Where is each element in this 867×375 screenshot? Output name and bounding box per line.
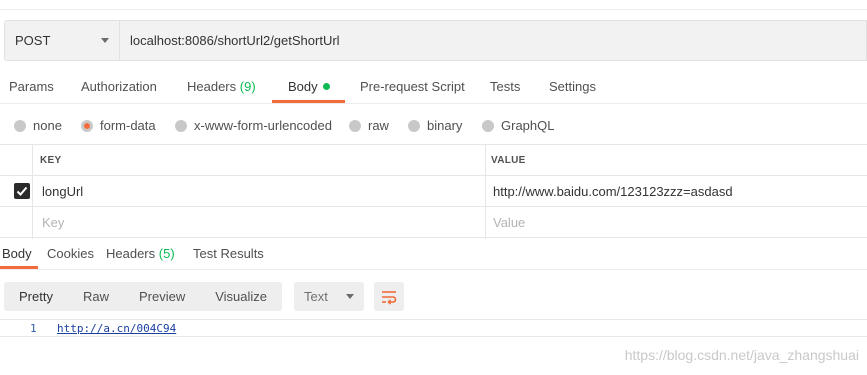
response-view-toolbar: Pretty Raw Preview Visualize Text <box>4 282 405 311</box>
row-enabled-checkbox[interactable] <box>14 183 30 199</box>
active-response-tab-indicator <box>0 266 38 269</box>
radio-none-label: none <box>33 118 62 133</box>
chevron-down-icon <box>101 38 109 43</box>
radio-circle-icon <box>408 119 420 132</box>
response-tab-body[interactable]: Body <box>2 240 32 269</box>
radio-circle-icon <box>482 119 494 132</box>
modified-dot-icon <box>322 83 330 91</box>
visualize-button[interactable]: Visualize <box>200 282 282 311</box>
pretty-button[interactable]: Pretty <box>4 282 68 311</box>
method-select[interactable]: POST <box>4 20 119 61</box>
url-input[interactable]: localhost:8086/shortUrl2/getShortUrl <box>119 20 867 61</box>
body-type-options: none form-data x-www-form-urlencoded raw… <box>0 112 867 138</box>
response-tab-headers-label: Headers <box>106 246 156 261</box>
chevron-down-icon <box>346 294 355 299</box>
radio-graphql-label: GraphQL <box>501 118 555 133</box>
tab-settings[interactable]: Settings <box>549 70 596 103</box>
response-tab-cookies[interactable]: Cookies <box>47 240 94 269</box>
format-select[interactable]: Text <box>294 282 365 311</box>
format-label: Text <box>304 289 328 304</box>
radio-form-data[interactable]: form-data <box>81 118 156 133</box>
table-row-empty: Key Value <box>0 207 867 238</box>
param-value[interactable]: http://www.baidu.com/123123zzz=asdasd <box>493 184 733 199</box>
tab-tests[interactable]: Tests <box>490 70 520 103</box>
watermark: https://blog.csdn.net/java_zhangshuai <box>624 347 859 363</box>
request-bar: POST localhost:8086/shortUrl2/getShortUr… <box>4 20 867 61</box>
radio-binary[interactable]: binary <box>408 118 462 133</box>
response-tab-test-results[interactable]: Test Results <box>193 240 264 269</box>
radio-form-data-label: form-data <box>100 118 156 133</box>
radio-raw-label: raw <box>368 118 389 133</box>
key-column-header: KEY <box>40 154 62 166</box>
tab-headers[interactable]: Headers (9) <box>187 70 256 103</box>
radio-graphql[interactable]: GraphQL <box>482 118 554 133</box>
radio-circle-icon <box>175 119 187 132</box>
tab-headers-count: (9) <box>239 79 256 94</box>
radio-urlencoded-label: x-www-form-urlencoded <box>194 118 332 133</box>
tab-params[interactable]: Params <box>9 70 54 103</box>
table-header-row: KEY VALUE <box>0 145 867 176</box>
param-key[interactable]: longUrl <box>42 184 83 199</box>
tab-body-label: Body <box>288 79 318 94</box>
radio-raw[interactable]: raw <box>349 118 389 133</box>
key-input-placeholder[interactable]: Key <box>42 215 64 230</box>
preview-button[interactable]: Preview <box>124 282 200 311</box>
raw-button[interactable]: Raw <box>68 282 124 311</box>
response-tab-headers-count: (5) <box>158 246 175 261</box>
radio-none[interactable]: none <box>14 118 62 133</box>
response-tabs: Body Cookies Headers (5) Test Results <box>0 240 867 270</box>
wrap-lines-icon <box>382 290 397 305</box>
radio-circle-icon <box>349 119 361 132</box>
response-tab-headers[interactable]: Headers (5) <box>106 240 175 269</box>
wrap-lines-button[interactable] <box>374 282 405 311</box>
response-link[interactable]: http://a.cn/004C94 <box>57 322 176 335</box>
checkmark-icon <box>16 186 28 196</box>
radio-urlencoded[interactable]: x-www-form-urlencoded <box>175 118 332 133</box>
request-tabs: Params Authorization Headers (9) Body Pr… <box>0 70 867 104</box>
radio-binary-label: binary <box>427 118 463 133</box>
response-body-editor[interactable]: 1 http://a.cn/004C94 <box>0 319 867 337</box>
tab-authorization[interactable]: Authorization <box>81 70 157 103</box>
value-input-placeholder[interactable]: Value <box>493 215 525 230</box>
tab-headers-label: Headers <box>187 79 237 94</box>
radio-circle-icon <box>14 119 26 132</box>
radio-selected-icon <box>81 119 93 132</box>
active-tab-indicator <box>272 100 345 103</box>
line-number: 1 <box>30 322 37 335</box>
method-label: POST <box>15 33 51 48</box>
top-strip <box>0 0 867 10</box>
value-column-header: VALUE <box>491 154 526 166</box>
table-row: longUrl http://www.baidu.com/123123zzz=a… <box>0 176 867 207</box>
tab-body[interactable]: Body <box>288 70 330 103</box>
tab-prerequest-script[interactable]: Pre-request Script <box>360 70 465 103</box>
view-mode-group: Pretty Raw Preview Visualize <box>4 282 283 311</box>
params-table: KEY VALUE longUrl http://www.baidu.com/1… <box>0 144 867 239</box>
